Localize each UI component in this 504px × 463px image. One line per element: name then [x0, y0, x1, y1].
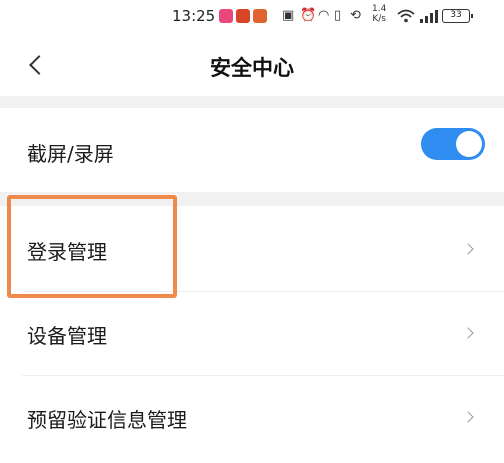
headphones-icon: ◠ — [318, 8, 330, 23]
device-management-row[interactable]: 设备管理 — [0, 292, 504, 376]
app-notification-icon — [236, 9, 250, 23]
screenshot-recording-row: 截屏/录屏 — [0, 108, 504, 192]
toggle-knob — [456, 131, 482, 157]
status-bar: 13:25 ▣ ⏰ ◠ ▯ ⟲ 1.4 K/s 33 — [0, 0, 504, 34]
sync-icon: ⟲ — [350, 8, 361, 23]
section-divider — [0, 192, 504, 206]
chevron-right-icon — [462, 243, 474, 255]
page-title: 安全中心 — [210, 56, 294, 80]
app-notification-icon — [219, 9, 233, 23]
vibrate-icon: ▯ — [334, 8, 342, 23]
chevron-right-icon — [462, 327, 474, 339]
screenshot-recording-toggle[interactable] — [421, 128, 485, 160]
network-speed: 1.4 K/s — [372, 4, 387, 24]
alarm-icon: ⏰ — [300, 8, 317, 23]
chevron-right-icon — [462, 411, 474, 423]
verification-info-management-row[interactable]: 预留验证信息管理 — [0, 376, 504, 463]
status-time: 13:25 — [172, 7, 216, 25]
wifi-icon — [397, 9, 415, 23]
cellular-signal-icon — [420, 10, 438, 23]
screenshot-recording-label: 截屏/录屏 — [27, 142, 114, 166]
section-divider — [0, 96, 504, 108]
verification-info-management-label: 预留验证信息管理 — [27, 408, 187, 432]
battery-indicator: 33 — [442, 9, 473, 23]
app-notification-icon — [253, 9, 267, 23]
device-management-label: 设备管理 — [27, 324, 107, 348]
nav-bar: 安全中心 — [0, 34, 504, 96]
nfc-icon: ▣ — [282, 8, 295, 23]
login-management-label: 登录管理 — [27, 240, 107, 264]
login-management-row[interactable]: 登录管理 — [0, 206, 504, 292]
